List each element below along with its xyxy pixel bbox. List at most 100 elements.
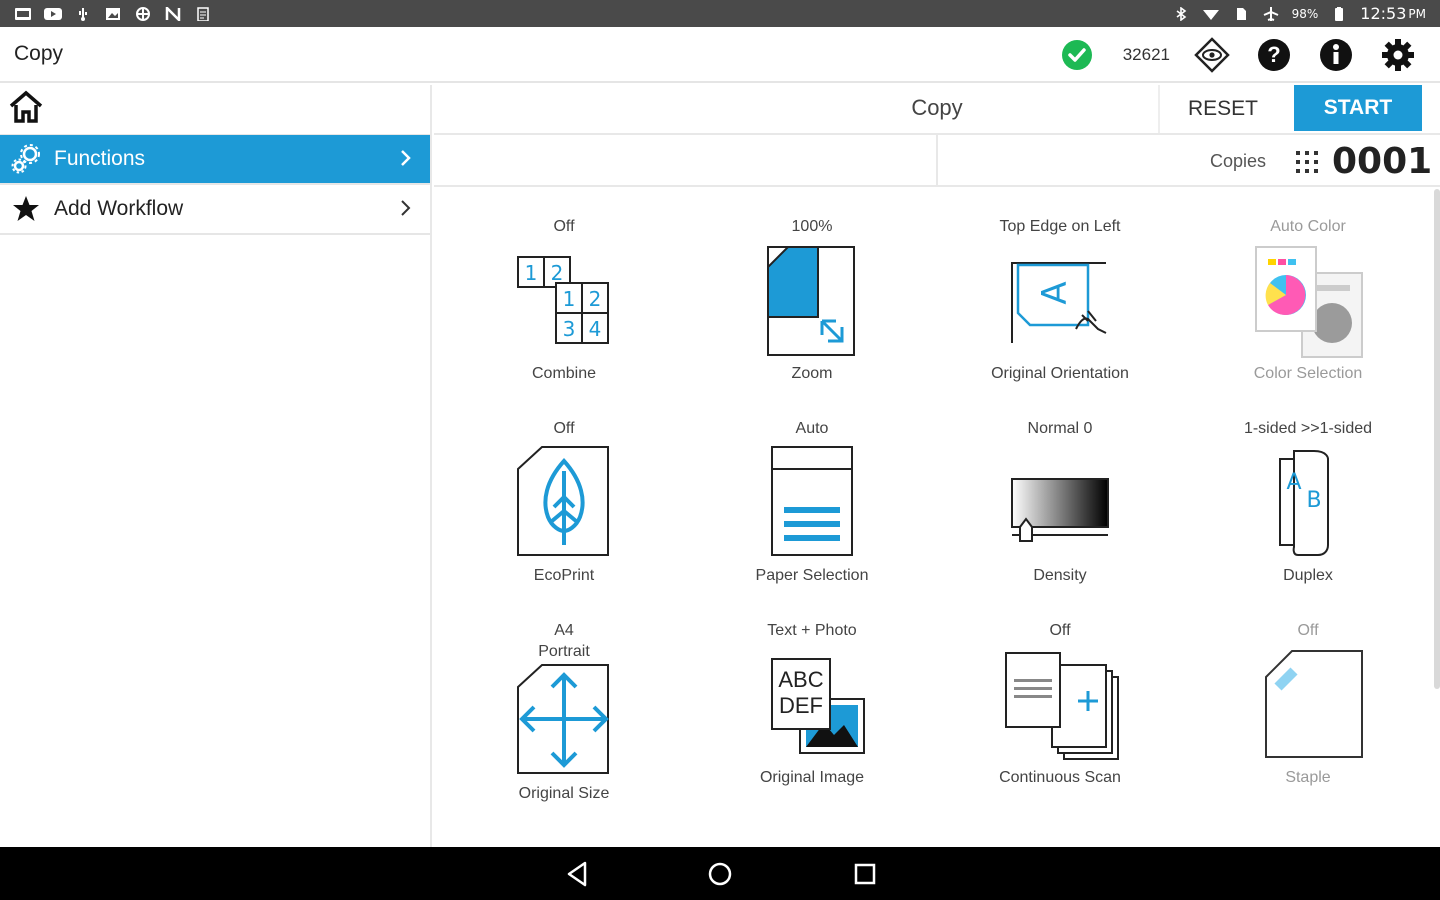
status-bar: 98% 12:53 PM <box>0 0 1440 27</box>
function-label: Original Size <box>518 785 610 802</box>
icon-caption: ABC <box>778 667 823 692</box>
combine-digit: 1 <box>563 287 576 311</box>
info-icon[interactable] <box>1316 35 1356 75</box>
function-value: A4 <box>554 622 574 639</box>
function-value: Normal 0 <box>1027 420 1093 437</box>
duplex-icon: A B <box>1248 445 1368 563</box>
gears-icon <box>10 143 42 175</box>
function-label: EcoPrint <box>533 567 595 584</box>
original-image-icon: ABC DEF <box>752 647 872 765</box>
header-icons: 32621 ? <box>1057 35 1418 75</box>
staple-icon <box>1248 647 1368 765</box>
gallery-icon <box>14 7 32 21</box>
function-density[interactable]: Normal 0 Density <box>936 419 1184 585</box>
function-value: Top Edge on Left <box>999 218 1121 235</box>
orientation-icon: A <box>1000 243 1120 361</box>
function-value: 1-sided >>1-sided <box>1243 420 1373 437</box>
function-color-selection[interactable]: Auto Color Color Selection <box>1184 217 1432 383</box>
vpn-icon <box>134 6 152 21</box>
color-selection-icon <box>1248 243 1368 361</box>
menu-item-add-workflow[interactable]: Add Workflow <box>0 185 430 235</box>
function-label: Staple <box>1285 769 1331 786</box>
function-value: Off <box>1049 622 1071 639</box>
function-value: Text + Photo <box>767 622 857 639</box>
density-icon <box>1000 445 1120 563</box>
ecoprint-icon <box>504 445 624 563</box>
function-value: Auto <box>795 420 829 437</box>
help-icon[interactable]: ? <box>1254 35 1294 75</box>
battery-icon <box>1330 6 1348 21</box>
function-value: Off <box>1297 622 1319 639</box>
function-continuous-scan[interactable]: Off Continuous Scan <box>936 621 1184 787</box>
combine-digit: 2 <box>551 261 564 285</box>
continuous-scan-icon <box>1000 647 1120 765</box>
start-button[interactable]: START <box>1294 85 1422 131</box>
star-icon <box>10 193 42 225</box>
copies-count[interactable]: 0001 <box>1332 141 1432 182</box>
eye-icon[interactable] <box>1192 35 1232 75</box>
settings-icon[interactable] <box>1378 35 1418 75</box>
function-value-secondary: Portrait <box>538 643 590 660</box>
function-paper-selection[interactable]: Auto Paper Selection <box>688 419 936 585</box>
app-bar: Copy 32621 ? <box>0 27 1440 83</box>
job-header: Copy RESET START <box>434 85 1440 135</box>
menu-item-label: Add Workflow <box>54 197 184 220</box>
usb-icon <box>74 7 92 21</box>
chevron-right-icon <box>400 198 412 224</box>
menu-item-functions[interactable]: Functions <box>0 135 430 185</box>
status-ok-icon[interactable] <box>1057 35 1097 75</box>
function-combine[interactable]: Off 1 2 1 2 3 4 Combine <box>440 217 688 383</box>
nfc-icon <box>164 4 182 23</box>
function-value: 100% <box>791 218 833 235</box>
airplane-icon <box>1262 6 1280 21</box>
function-value: Off <box>553 218 575 235</box>
zoom-icon <box>752 243 872 361</box>
reset-button[interactable]: RESET <box>1158 85 1286 133</box>
home-button[interactable] <box>0 85 430 135</box>
function-grid: Off 1 2 1 2 3 4 Combine 100% Zoom Top Ed… <box>434 189 1440 845</box>
function-label: Paper Selection <box>755 567 869 584</box>
divider <box>936 135 938 185</box>
function-staple[interactable]: Off Staple <box>1184 621 1432 787</box>
function-value: Off <box>553 420 575 437</box>
svg-text:?: ? <box>1267 42 1280 67</box>
function-ecoprint[interactable]: Off EcoPrint <box>440 419 688 585</box>
left-panel: Functions Add Workflow <box>0 85 432 847</box>
back-icon[interactable] <box>563 859 593 889</box>
icon-caption: DEF <box>779 693 823 718</box>
app-title: Copy <box>14 42 64 65</box>
recents-icon[interactable] <box>850 859 880 889</box>
device-counter: 32621 <box>1122 45 1170 64</box>
combine-digit: 3 <box>563 317 576 341</box>
function-duplex[interactable]: 1-sided >>1-sided A B Duplex <box>1184 419 1432 585</box>
combine-digit: 2 <box>589 287 602 311</box>
bluetooth-icon <box>1172 5 1190 22</box>
home-icon <box>8 90 44 129</box>
clock-ampm: PM <box>1408 6 1426 21</box>
function-original-image[interactable]: Text + Photo ABC DEF Original Image <box>688 621 936 787</box>
function-label: Original Orientation <box>991 365 1129 382</box>
orientation-letter: A <box>1035 281 1075 304</box>
home-circle-icon[interactable] <box>705 859 735 889</box>
copies-row: Copies 0001 <box>434 135 1440 187</box>
function-label: Density <box>1033 567 1087 584</box>
function-label: Duplex <box>1283 567 1333 584</box>
duplex-letter: A <box>1286 470 1301 495</box>
menu-item-label: Functions <box>54 147 146 170</box>
clock: 12:53 <box>1360 4 1407 23</box>
function-label: Zoom <box>791 365 833 382</box>
function-original-size[interactable]: A4 Portrait Original Size <box>440 621 688 803</box>
function-original-orientation[interactable]: Top Edge on Left A Original Orientation <box>936 217 1184 383</box>
sim-icon <box>1232 7 1250 21</box>
combine-digit: 4 <box>589 317 602 341</box>
function-label: Original Image <box>759 769 865 786</box>
keypad-icon[interactable] <box>1294 149 1320 175</box>
scrollbar[interactable] <box>1434 189 1440 689</box>
function-value: Auto Color <box>1270 218 1346 235</box>
function-zoom[interactable]: 100% Zoom <box>688 217 936 383</box>
image-icon <box>104 7 122 21</box>
job-title: Copy <box>911 95 963 120</box>
youtube-icon <box>44 7 62 21</box>
duplex-letter: B <box>1306 488 1321 513</box>
function-label: Continuous Scan <box>999 769 1121 786</box>
